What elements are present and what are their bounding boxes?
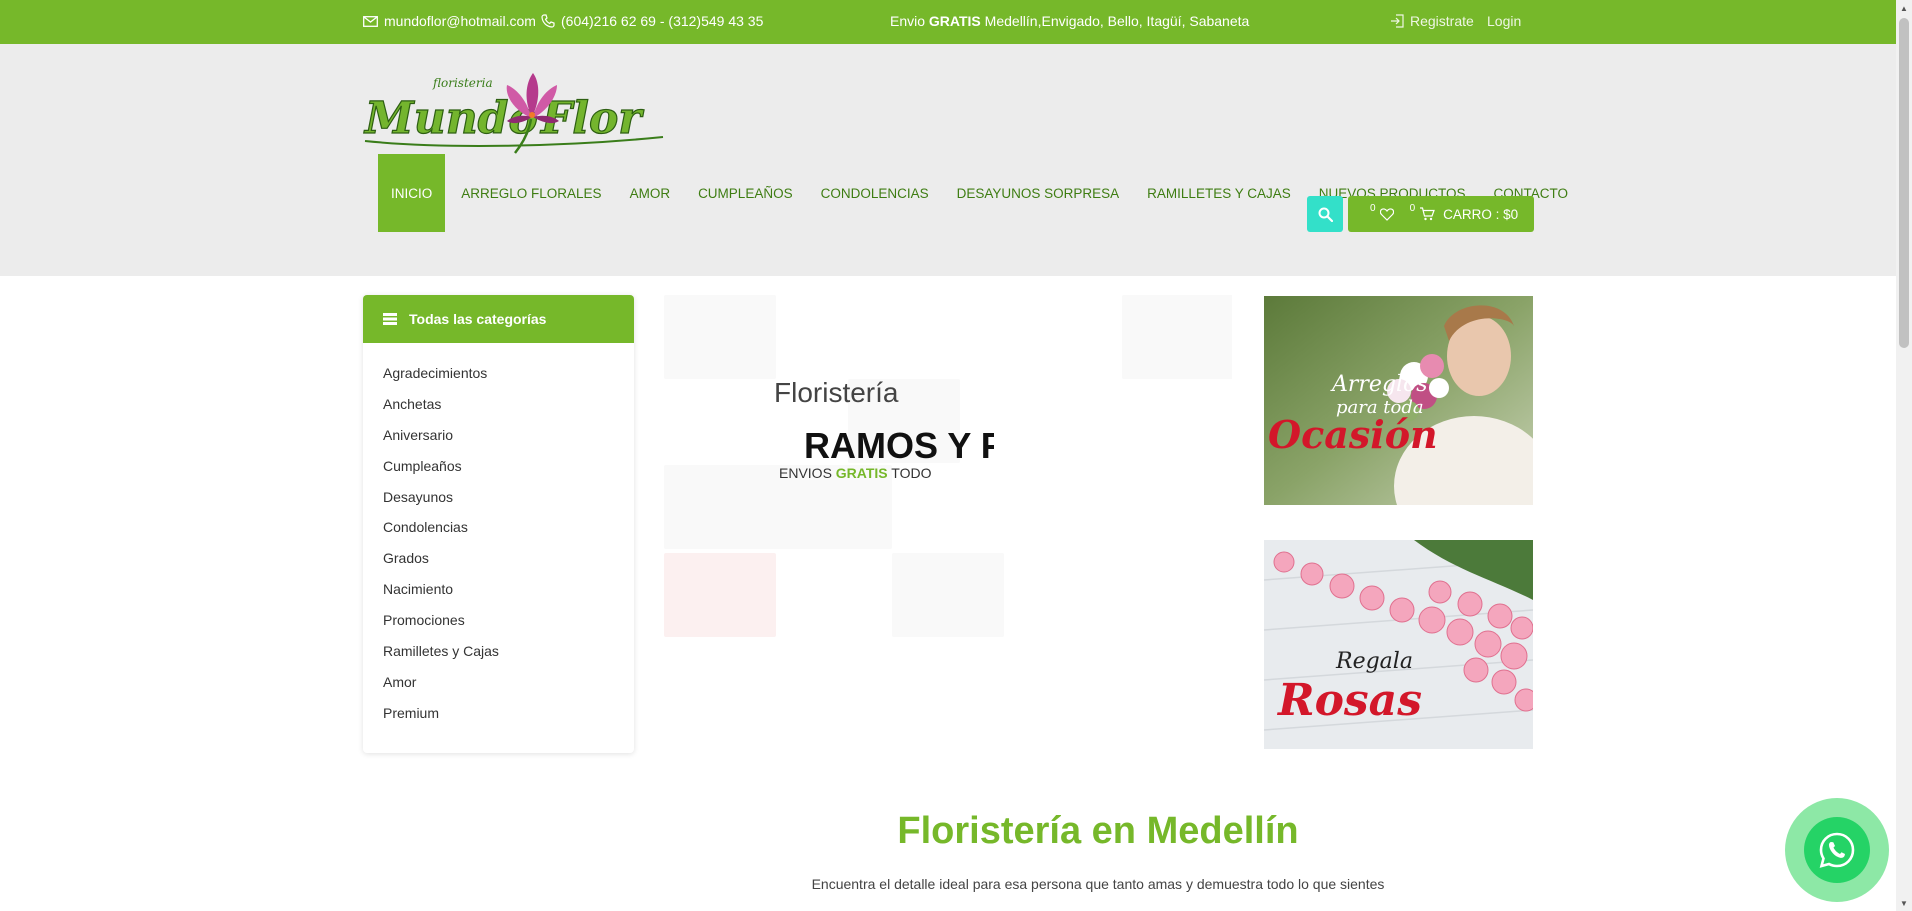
heart-icon[interactable]: [1379, 207, 1394, 221]
banner2-line2: Rosas: [1276, 675, 1422, 726]
nav-item-inicio[interactable]: INICIO: [378, 154, 446, 232]
nav-item-amor[interactable]: AMOR: [616, 154, 685, 232]
page-scrollbar[interactable]: ▲ ▼: [1896, 0, 1912, 911]
banner2-line1: Regala: [1335, 649, 1413, 674]
category-header[interactable]: Todas las categorías: [363, 295, 634, 343]
bride-bouquet-image: Arreglos para toda Ocasión: [1264, 296, 1533, 505]
shipping-notice: Envio GRATIS Medellín,Envigado, Bello, I…: [890, 13, 1249, 29]
shipping-prefix: Envio: [890, 13, 926, 29]
slide-sub-free: GRATIS: [835, 465, 888, 481]
category-item-nacimiento[interactable]: Nacimiento: [383, 581, 634, 612]
scroll-thumb[interactable]: [1899, 18, 1909, 348]
scroll-up-arrow[interactable]: ▲: [1896, 0, 1912, 16]
banner-arreglos[interactable]: Arreglos para toda Ocasión: [1264, 296, 1533, 505]
email-text: mundoflor@hotmail.com: [384, 13, 536, 29]
category-list: Agradecimientos Anchetas Aniversario Cum…: [363, 343, 634, 736]
category-item-grados[interactable]: Grados: [383, 550, 634, 581]
slider-tile: [1122, 295, 1232, 379]
slider-tile: [664, 295, 776, 379]
nav-item-arreglo-florales[interactable]: ARREGLO FLORALES: [447, 154, 615, 232]
sign-in-icon: [1391, 14, 1404, 28]
intro-title: Floristería en Medellín: [897, 810, 1299, 852]
menu-icon: [383, 313, 397, 325]
roses-image: Regala Rosas: [1264, 540, 1533, 749]
scroll-down-arrow[interactable]: ▼: [1896, 895, 1912, 911]
slider-tile: [892, 553, 1004, 637]
register-link[interactable]: Registrate: [1390, 13, 1474, 29]
wishlist-count: 0: [1370, 202, 1376, 214]
category-item-condolencias[interactable]: Condolencias: [383, 519, 634, 550]
category-item-anchetas[interactable]: Anchetas: [383, 396, 634, 427]
email-contact[interactable]: mundoflor@hotmail.com: [363, 13, 536, 29]
mail-icon: [363, 15, 378, 27]
slide-subtitle: ENVIOS GRATIS TODO: [779, 465, 932, 481]
site-header: floristeria Mundo Flor INICIO ARREGLO FL…: [0, 44, 1896, 276]
top-bar: mundoflor@hotmail.com (604)216 62 69 - (…: [0, 0, 1896, 44]
category-item-agradecimientos[interactable]: Agradecimientos: [383, 365, 634, 396]
cart-button[interactable]: 0 0 CARRO : $0: [1348, 196, 1534, 232]
nav-item-condolencias[interactable]: CONDOLENCIAS: [807, 154, 943, 232]
cart-count: 0: [1409, 202, 1416, 214]
phone-icon: [541, 14, 555, 28]
category-title: Todas las categorías: [409, 311, 547, 327]
intro-text: Encuentra el detalle ideal para esa pers…: [811, 876, 1385, 892]
nav-item-ramilletes-y-cajas[interactable]: RAMILLETES Y CAJAS: [1133, 154, 1305, 232]
slide-kicker: Floristería: [774, 377, 899, 408]
category-item-premium[interactable]: Premium: [383, 705, 634, 736]
search-icon: [1318, 207, 1333, 222]
category-item-amor[interactable]: Amor: [383, 674, 634, 705]
slide-title: RAMOS Y FLORES: [804, 425, 994, 466]
phone-contact[interactable]: (604)216 62 69 - (312)549 43 35: [541, 13, 763, 29]
logo-top-text: floristeria: [432, 76, 493, 90]
cart-label: CARRO : $0: [1443, 206, 1519, 222]
category-item-promociones[interactable]: Promociones: [383, 612, 634, 643]
shipping-free: GRATIS: [928, 13, 981, 29]
phone-text: (604)216 62 69 - (312)549 43 35: [561, 13, 764, 29]
slide-sub-rest: TODO: [891, 465, 932, 481]
banner1-line1: Arreglos: [1330, 372, 1428, 397]
nav-item-desayunos-sorpresa[interactable]: DESAYUNOS SORPRESA: [943, 154, 1134, 232]
whatsapp-button[interactable]: [1804, 817, 1870, 883]
banner1-line3: Ocasión: [1268, 412, 1438, 457]
category-item-aniversario[interactable]: Aniversario: [383, 427, 634, 458]
whatsapp-float: [1785, 798, 1889, 902]
category-item-ramilletes-y-cajas[interactable]: Ramilletes y Cajas: [383, 643, 634, 674]
banner-rosas[interactable]: Regala Rosas: [1264, 540, 1533, 749]
nav-item-cumpleanos[interactable]: CUMPLEAÑOS: [684, 154, 807, 232]
search-button[interactable]: [1307, 196, 1343, 232]
slider-tile: [664, 553, 776, 637]
hero-slider[interactable]: Floristería RAMOS Y FLORES ENVIOS GRATIS…: [662, 295, 1232, 645]
whatsapp-icon: [1819, 832, 1855, 868]
category-sidebar: Todas las categorías Agradecimientos Anc…: [363, 295, 634, 753]
cart-icon: [1420, 207, 1435, 221]
category-item-desayunos[interactable]: Desayunos: [383, 489, 634, 520]
login-link[interactable]: Login: [1487, 13, 1521, 29]
slide-sub-prefix: ENVIOS: [779, 465, 832, 481]
category-item-cumpleanos[interactable]: Cumpleaños: [383, 458, 634, 489]
register-text: Registrate: [1410, 13, 1474, 29]
shipping-cities: Medellín,Envigado, Bello, Itagüí, Sabane…: [984, 13, 1250, 29]
mundoflor-logo[interactable]: floristeria Mundo Flor: [363, 67, 673, 159]
